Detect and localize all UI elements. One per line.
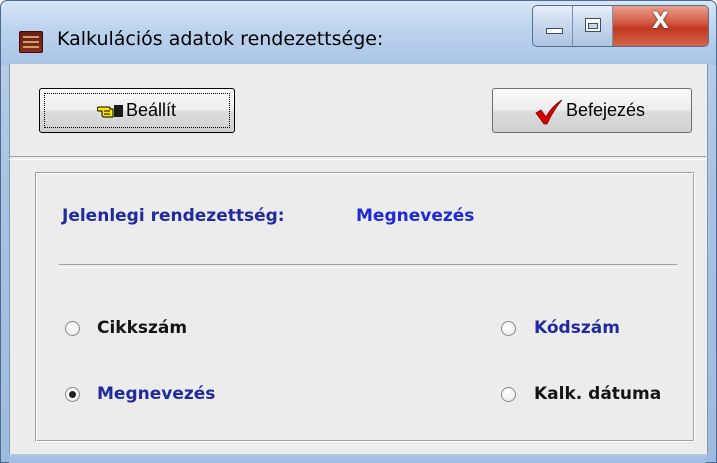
radio-cikkszam-label[interactable]: Cikkszám bbox=[97, 318, 187, 338]
close-icon: X bbox=[652, 9, 669, 34]
radio-cikkszam[interactable] bbox=[65, 321, 80, 336]
section-divider bbox=[59, 264, 677, 268]
radio-kodszam-label[interactable]: Kódszám bbox=[534, 318, 620, 338]
finish-button-label: Befejezés bbox=[566, 100, 646, 120]
window-title: Kalkulációs adatok rendezettsége: bbox=[57, 28, 384, 50]
finish-button[interactable]: Befejezés bbox=[492, 88, 692, 133]
settings-button-label: Beállít bbox=[126, 100, 177, 120]
window-controls: X bbox=[532, 5, 709, 47]
radio-kalk-datuma[interactable] bbox=[501, 387, 516, 402]
app-icon[interactable] bbox=[19, 31, 43, 53]
radio-megnevezes-label[interactable]: Megnevezés bbox=[97, 384, 215, 404]
minimize-icon bbox=[546, 28, 563, 34]
settings-button[interactable]: Beállít bbox=[39, 88, 235, 133]
maximize-button[interactable] bbox=[573, 6, 613, 46]
title-bar[interactable]: Kalkulációs adatok rendezettsége: X bbox=[1, 1, 716, 65]
current-sort-label: Jelenlegi rendezettség: bbox=[62, 206, 285, 226]
current-sort-value: Megnevezés bbox=[356, 206, 475, 226]
close-button[interactable]: X bbox=[613, 6, 708, 46]
window-bottom-border bbox=[9, 454, 706, 463]
red-check-icon bbox=[535, 99, 563, 125]
radio-kodszam[interactable] bbox=[501, 321, 516, 336]
minimize-button[interactable] bbox=[533, 6, 573, 46]
pointing-hand-icon bbox=[97, 105, 123, 118]
maximize-icon bbox=[585, 18, 601, 32]
radio-megnevezes[interactable] bbox=[65, 387, 80, 402]
toolbar-separator bbox=[9, 156, 706, 160]
radio-kalk-datuma-label[interactable]: Kalk. dátuma bbox=[534, 384, 661, 404]
